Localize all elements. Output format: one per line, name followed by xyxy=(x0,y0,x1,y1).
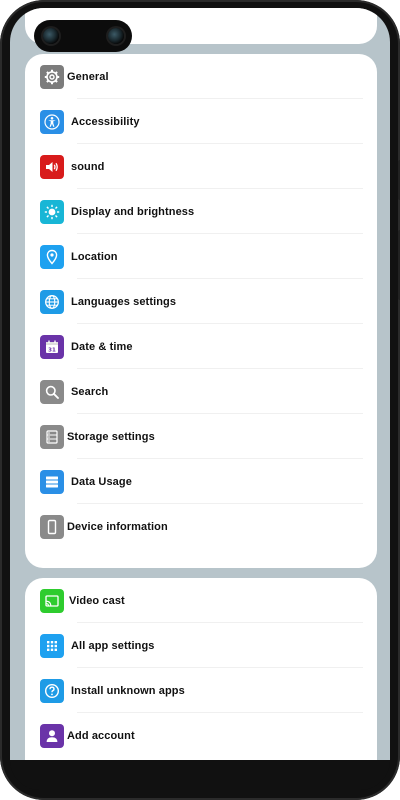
settings-item-label: Location xyxy=(71,250,118,263)
settings-item-add-account[interactable]: Add account xyxy=(25,713,377,758)
apps-card: Video cast All app settings Install unkn… xyxy=(25,578,377,760)
camera-cutout xyxy=(34,20,132,52)
question-icon xyxy=(40,678,64,703)
speaker-icon xyxy=(40,154,64,179)
settings-item-accessibility[interactable]: Accessibility xyxy=(25,99,377,144)
settings-item-sound[interactable]: sound xyxy=(25,144,377,189)
settings-item-label: All app settings xyxy=(71,639,155,652)
settings-item-label: Search xyxy=(71,385,109,398)
settings-item-install-unknown-apps[interactable]: Install unknown apps xyxy=(25,668,377,713)
settings-item-languages[interactable]: Languages settings xyxy=(25,279,377,324)
settings-item-device-information[interactable]: Device information xyxy=(25,504,377,549)
settings-item-label: Languages settings xyxy=(71,295,177,308)
bottom-bezel xyxy=(10,760,390,790)
settings-item-label: Install unknown apps xyxy=(71,684,185,697)
settings-item-label: Data Usage xyxy=(71,475,132,488)
settings-item-label: Storage settings xyxy=(67,430,155,443)
globe-icon xyxy=(40,289,64,314)
location-pin-icon xyxy=(40,244,64,269)
settings-item-label: Add account xyxy=(67,729,135,742)
settings-item-data-usage[interactable]: Data Usage xyxy=(25,459,377,504)
settings-item-display[interactable]: Display and brightness xyxy=(25,189,377,234)
settings-item-storage[interactable]: Storage settings xyxy=(25,414,377,459)
settings-item-all-app-settings[interactable]: All app settings xyxy=(25,623,377,668)
settings-item-label: Accessibility xyxy=(71,115,140,128)
settings-item-general[interactable]: General xyxy=(25,54,377,99)
calendar-day: 31 xyxy=(48,347,56,353)
storage-icon xyxy=(40,424,64,449)
settings-item-location[interactable]: Location xyxy=(25,234,377,279)
settings-item-label: General xyxy=(67,70,109,83)
gear-icon xyxy=(40,64,64,89)
settings-item-date-time[interactable]: 31 Date & time xyxy=(25,324,377,369)
sun-icon xyxy=(40,199,64,224)
accessibility-icon xyxy=(40,109,64,134)
camera-lens-icon xyxy=(43,28,59,44)
settings-item-label: Display and brightness xyxy=(71,205,195,218)
settings-item-label: Video cast xyxy=(69,594,125,607)
camera-lens-icon xyxy=(108,28,124,44)
settings-card: General Accessibility sound Display and … xyxy=(25,54,377,568)
calendar-icon: 31 xyxy=(40,334,64,359)
settings-item-search[interactable]: Search xyxy=(25,369,377,414)
phone-icon xyxy=(40,514,64,539)
settings-screen: General Accessibility sound Display and … xyxy=(10,8,390,760)
settings-item-label: Date & time xyxy=(71,340,133,353)
phone-frame: General Accessibility sound Display and … xyxy=(0,0,400,800)
settings-item-video-cast[interactable]: Video cast xyxy=(25,578,377,623)
person-icon xyxy=(40,723,64,748)
settings-item-label: Device information xyxy=(67,520,168,533)
search-icon xyxy=(40,379,64,404)
settings-item-label: sound xyxy=(71,160,105,173)
cast-icon xyxy=(40,588,64,613)
grid-icon xyxy=(40,633,64,658)
data-usage-icon xyxy=(40,469,64,494)
